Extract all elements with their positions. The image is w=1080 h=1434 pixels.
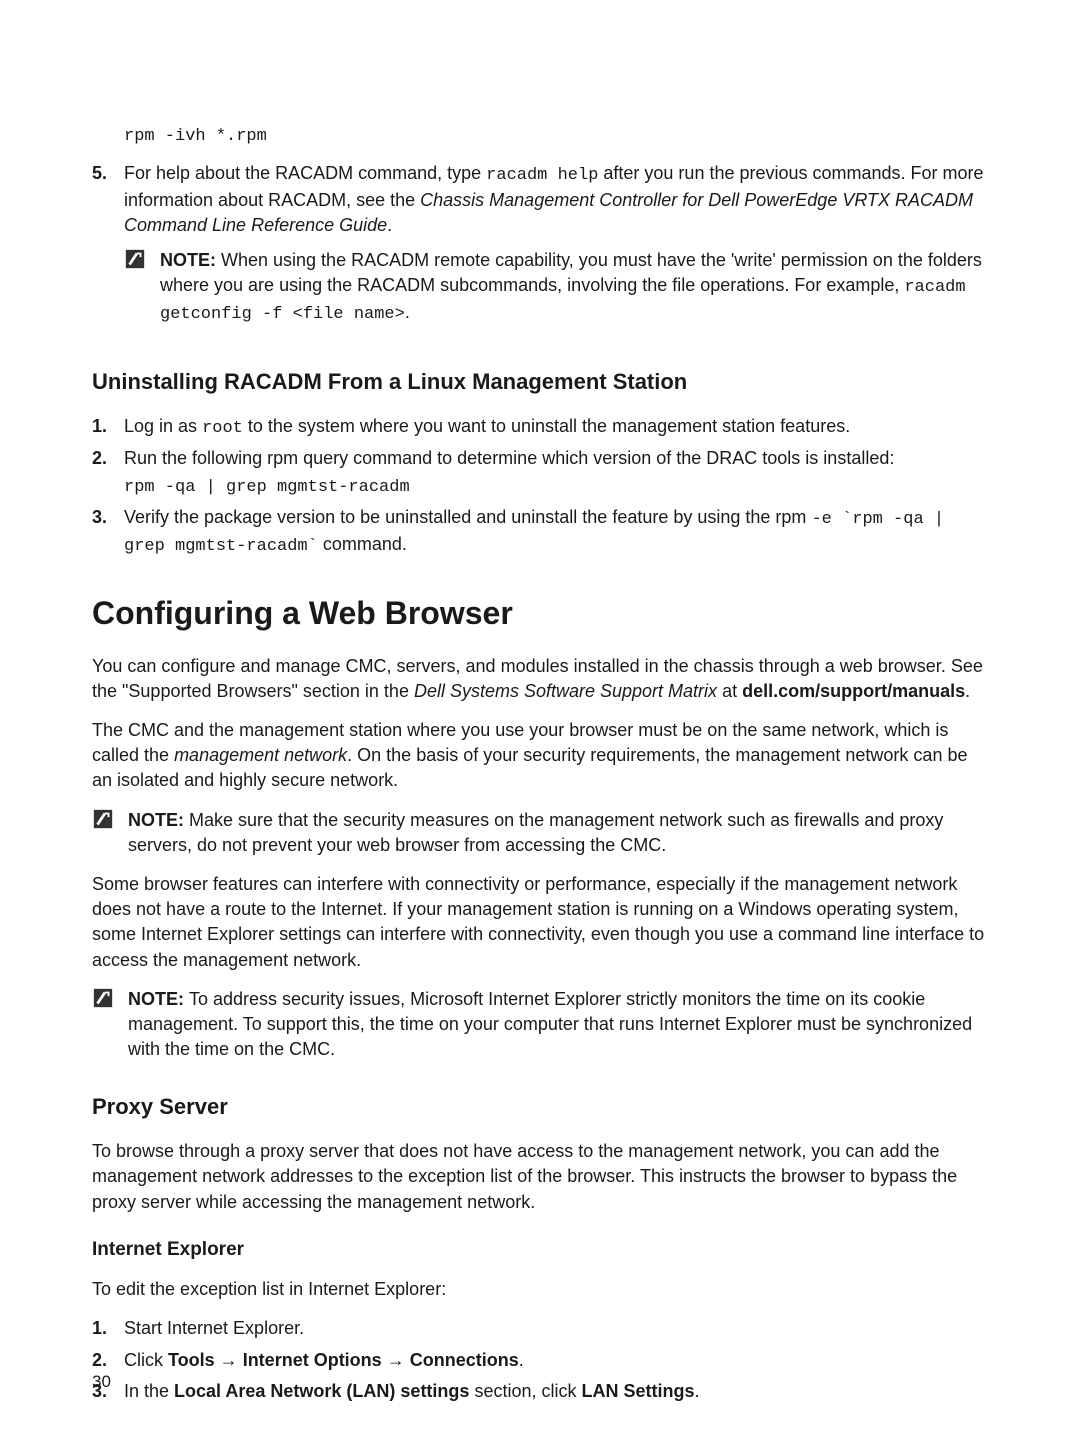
page-number: 30 bbox=[92, 1370, 111, 1394]
paragraph-proxy: To browse through a proxy server that do… bbox=[92, 1139, 988, 1215]
note-icon bbox=[92, 808, 128, 858]
note-text: NOTE: To address security issues, Micros… bbox=[128, 987, 988, 1063]
ie-steps: 1. Start Internet Explorer. 2. Click Too… bbox=[92, 1316, 988, 1404]
step-body: For help about the RACADM command, type … bbox=[124, 161, 988, 337]
step-body: In the Local Area Network (LAN) settings… bbox=[124, 1379, 988, 1404]
step-number: 1. bbox=[92, 414, 124, 441]
note-block: NOTE: When using the RACADM remote capab… bbox=[124, 248, 988, 327]
note-text: NOTE: When using the RACADM remote capab… bbox=[160, 248, 988, 327]
step-body: Start Internet Explorer. bbox=[124, 1316, 988, 1341]
uninstall-step-2: 2. Run the following rpm query command t… bbox=[92, 446, 988, 499]
ie-step-3: 3. In the Local Area Network (LAN) setti… bbox=[92, 1379, 988, 1404]
step-body: Click Tools → Internet Options → Connect… bbox=[124, 1348, 988, 1373]
paragraph-intro: You can configure and manage CMC, server… bbox=[92, 654, 988, 704]
note-block-time: NOTE: To address security issues, Micros… bbox=[92, 987, 988, 1063]
note-text: NOTE: Make sure that the security measur… bbox=[128, 808, 988, 858]
heading-proxy: Proxy Server bbox=[92, 1092, 988, 1123]
ie-step-2: 2. Click Tools → Internet Options → Conn… bbox=[92, 1348, 988, 1373]
heading-ie: Internet Explorer bbox=[92, 1237, 988, 1264]
paragraph-ie-intro: To edit the exception list in Internet E… bbox=[92, 1277, 988, 1302]
step-list-top: 5. For help about the RACADM command, ty… bbox=[92, 161, 988, 337]
heading-configuring: Configuring a Web Browser bbox=[92, 591, 988, 636]
uninstall-steps: 1. Log in as root to the system where yo… bbox=[92, 414, 988, 559]
heading-uninstall: Uninstalling RACADM From a Linux Managem… bbox=[92, 367, 988, 398]
step-body: Log in as root to the system where you w… bbox=[124, 414, 988, 441]
step-5: 5. For help about the RACADM command, ty… bbox=[92, 161, 988, 337]
note-icon bbox=[124, 248, 160, 327]
step-body: Run the following rpm query command to d… bbox=[124, 446, 988, 499]
paragraph-interfere: Some browser features can interfere with… bbox=[92, 872, 988, 973]
paragraph-network: The CMC and the management station where… bbox=[92, 718, 988, 794]
ie-step-1: 1. Start Internet Explorer. bbox=[92, 1316, 988, 1341]
step-number: 5. bbox=[92, 161, 124, 337]
step-body: Verify the package version to be uninsta… bbox=[124, 505, 988, 559]
step-number: 2. bbox=[92, 446, 124, 499]
step-number: 3. bbox=[92, 505, 124, 559]
step-number: 1. bbox=[92, 1316, 124, 1341]
note-icon bbox=[92, 987, 128, 1063]
code-line: rpm -ivh *.rpm bbox=[124, 122, 988, 149]
note-block-security: NOTE: Make sure that the security measur… bbox=[92, 808, 988, 858]
uninstall-step-3: 3. Verify the package version to be unin… bbox=[92, 505, 988, 559]
uninstall-step-1: 1. Log in as root to the system where yo… bbox=[92, 414, 988, 441]
